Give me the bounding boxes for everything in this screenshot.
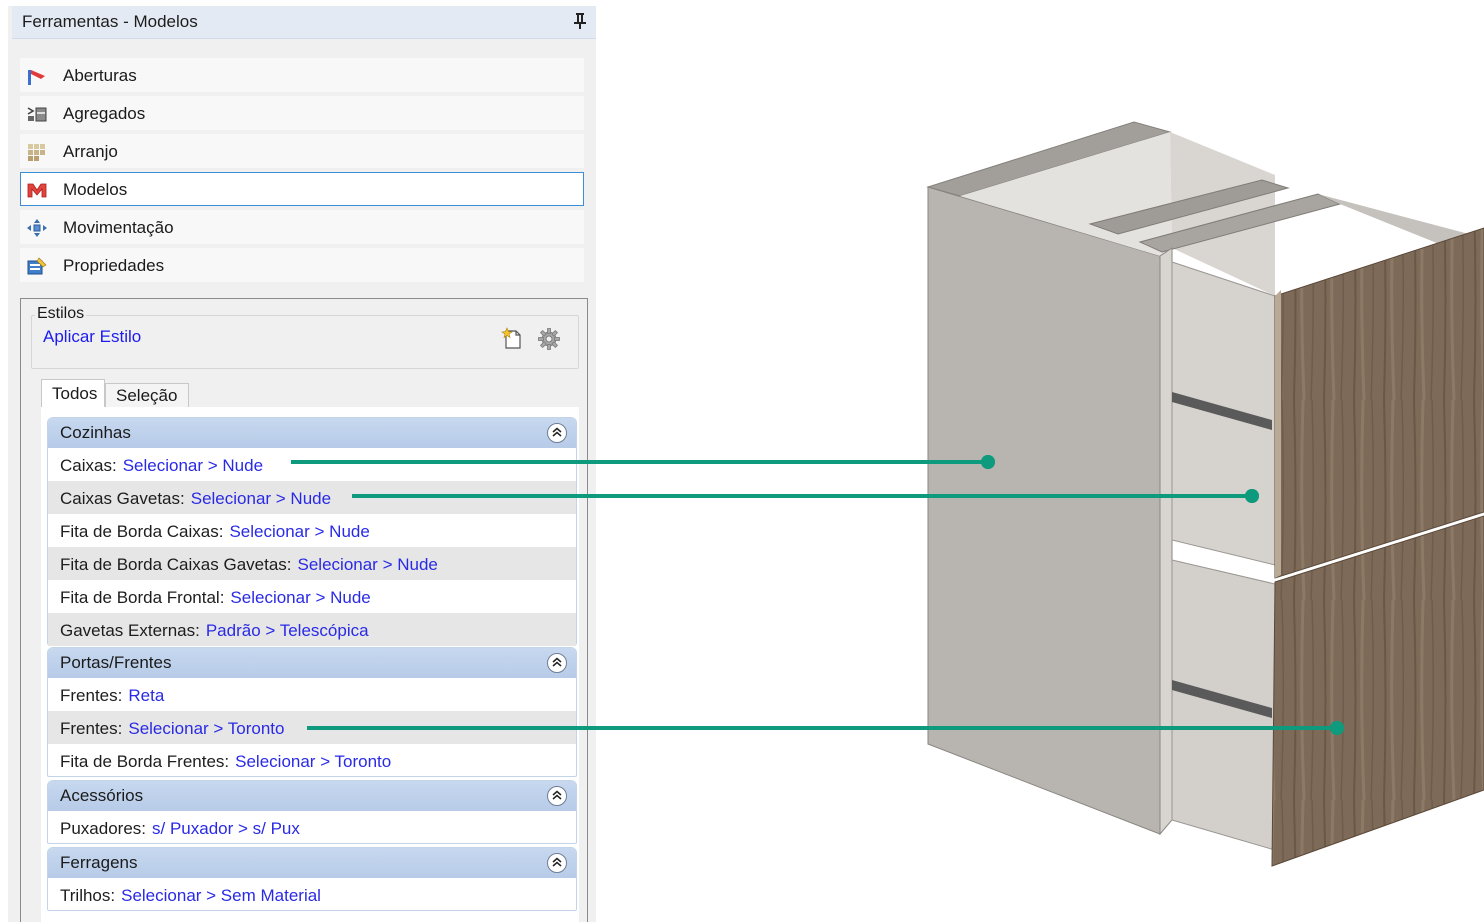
nav-label: Movimentação [63,218,174,237]
row-value-link[interactable]: Selecionar > Sem Material [121,886,321,905]
movimentacao-icon [27,219,47,237]
nav-item-arranjo[interactable]: Arranjo [20,134,584,168]
nav-label: Aberturas [63,66,137,85]
row-label: Caixas: [60,456,117,475]
nav-item-agregados[interactable]: Agregados [20,96,584,130]
styles-list: Cozinhas Caixas: Selecionar > Nude Caixas… [41,407,579,923]
row-label: Frentes: [60,719,123,738]
section-header[interactable]: Acessórios [48,781,576,811]
section-header[interactable]: Ferragens [48,848,576,878]
list-item[interactable]: Trilhos: Selecionar > Sem Material [48,878,576,911]
section-title: Cozinhas [60,423,131,442]
panel-title: Ferramentas - Modelos [22,12,198,31]
tab-todos[interactable]: Todos [41,379,105,407]
nav-item-modelos[interactable]: Modelos [20,172,584,206]
section-ferragens: Ferragens Trilhos: Selecionar > Sem Mater… [47,847,577,911]
nav-item-aberturas[interactable]: Aberturas [20,58,584,92]
tab-label: Seleção [116,386,178,405]
collapse-icon[interactable] [546,652,568,674]
section-title: Acessórios [60,786,144,805]
cabinet-side-edge [1159,247,1173,836]
section-header[interactable]: Portas/Frentes [48,648,576,678]
tab-label: Todos [52,384,98,403]
row-label: Fita de Borda Caixas: [60,522,224,541]
tools-panel: Ferramentas - Modelos Aberturas Agregado… [8,6,596,923]
collapse-icon[interactable] [546,785,568,807]
estilos-legend: Estilos [35,305,87,323]
section-portas-frentes: Portas/Frentes Frentes: Reta Frentes: Sele… [47,647,577,777]
agregados-icon [27,107,47,122]
nav-item-movimentacao[interactable]: Movimentação [20,210,584,244]
nav-label: Arranjo [63,142,118,161]
nav-item-propriedades[interactable]: Propriedades [20,248,584,282]
list-item[interactable]: Frentes: Reta [48,678,576,711]
panel-header: Ferramentas - Modelos [12,6,596,39]
row-label: Fita de Borda Frentes: [60,752,230,771]
section-title: Portas/Frentes [60,653,172,672]
section-header[interactable]: Cozinhas [48,418,576,448]
tab-selecao[interactable]: Seleção [105,383,189,407]
apply-style-link[interactable]: Aplicar Estilo [43,327,141,347]
pin-icon[interactable] [574,13,586,29]
arranjo-icon [28,144,45,161]
modelos-icon [27,183,47,198]
section-acessorios: Acessórios Puxadores: s/ Puxador > s/ Pux [47,780,577,844]
nav-label: Agregados [63,104,146,123]
row-value-link[interactable]: Selecionar > Toronto [235,752,391,771]
cabinet-3d-view [900,121,1484,867]
row-value-link[interactable]: Selecionar > Nude [298,555,438,574]
propriedades-icon [27,257,47,275]
row-value-link[interactable]: Selecionar > Nude [123,456,263,475]
row-label: Frentes: [60,686,123,705]
list-item[interactable]: Fita de Borda Caixas Gavetas: Selecionar … [48,547,576,580]
list-item[interactable]: Frentes: Selecionar > Toronto [48,711,576,744]
nav-label: Modelos [63,180,128,199]
row-label: Caixas Gavetas: [60,489,185,508]
gear-icon[interactable] [537,327,561,351]
row-label: Trilhos: [60,886,116,905]
cabinet-side-panel [927,186,1161,835]
list-item[interactable]: Caixas Gavetas: Selecionar > Nude [48,481,576,514]
row-value-link[interactable]: Selecionar > Toronto [128,719,284,738]
row-label: Fita de Borda Frontal: [60,588,225,607]
list-item[interactable]: Fita de Borda Caixas: Selecionar > Nude [48,514,576,547]
list-item[interactable]: Puxadores: s/ Puxador > s/ Pux [48,811,576,844]
estilos-panel: Estilos Aplicar Estilo Todos Seleção Coz… [20,298,588,923]
row-label: Puxadores: [60,819,146,838]
list-item[interactable]: Gavetas Externas: Padrão > Telescópica [48,613,576,646]
row-label: Fita de Borda Caixas Gavetas: [60,555,292,574]
section-title: Ferragens [60,853,138,872]
row-value-link[interactable]: Reta [128,686,164,705]
row-value-link[interactable]: Padrão > Telescópica [206,621,369,640]
new-style-icon[interactable] [501,327,523,349]
collapse-icon[interactable] [546,852,568,874]
row-value-link[interactable]: Selecionar > Nude [229,522,369,541]
row-value-link[interactable]: Selecionar > Nude [230,588,370,607]
aberturas-icon [28,70,45,85]
list-item[interactable]: Caixas: Selecionar > Nude [48,448,576,481]
row-value-link[interactable]: s/ Puxador > s/ Pux [152,819,300,838]
list-item[interactable]: Fita de Borda Frontal: Selecionar > Nude [48,580,576,613]
collapse-icon[interactable] [546,422,568,444]
section-cozinhas: Cozinhas Caixas: Selecionar > Nude Caixas… [47,417,577,646]
nav-label: Propriedades [63,256,165,275]
row-label: Gavetas Externas: [60,621,200,640]
row-value-link[interactable]: Selecionar > Nude [191,489,331,508]
list-item[interactable]: Fita de Borda Frentes: Selecionar > Toron… [48,744,576,777]
